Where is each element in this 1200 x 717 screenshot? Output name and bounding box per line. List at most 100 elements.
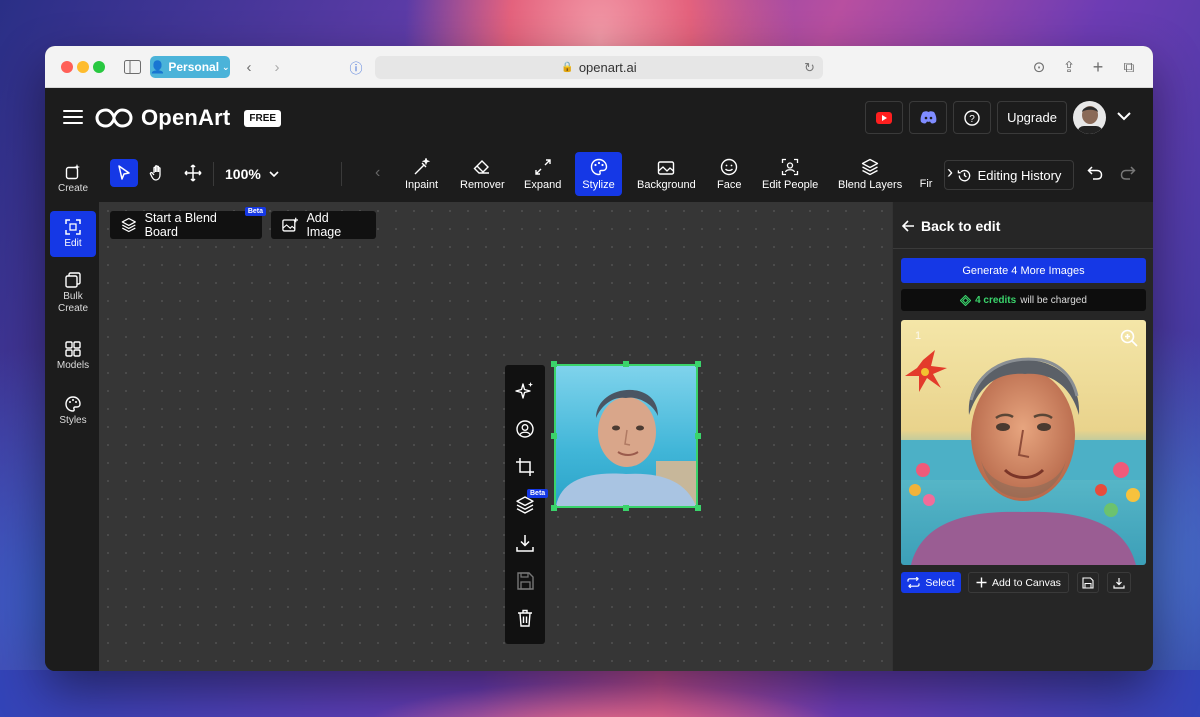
tool-edit-people[interactable]: Edit People bbox=[758, 152, 822, 196]
privacy-info-icon[interactable]: ⓘ bbox=[346, 57, 366, 77]
add-image-label: Add Image bbox=[306, 211, 342, 239]
zoom-in-icon[interactable] bbox=[1120, 329, 1138, 352]
swap-icon bbox=[907, 577, 921, 588]
resize-handle[interactable] bbox=[695, 433, 701, 439]
hand-icon bbox=[149, 165, 161, 181]
tool-label: Stylize bbox=[582, 178, 615, 191]
redo-icon[interactable] bbox=[1120, 165, 1136, 186]
browser-toolbar: 👤 Personal ⌄ ‹ › ⓘ 🔒 openart.ai ↻ ⊙ ⇪ + … bbox=[45, 46, 1153, 88]
save-icon[interactable] bbox=[515, 571, 535, 591]
tool-background[interactable]: Background bbox=[633, 152, 700, 196]
tool-label: Face bbox=[717, 178, 742, 191]
tab-overview-icon[interactable]: ⧉ bbox=[1119, 57, 1139, 77]
tool-label: Fir bbox=[919, 178, 933, 190]
person-icon: 👤 bbox=[150, 60, 166, 74]
youtube-icon bbox=[876, 111, 892, 124]
undo-icon[interactable] bbox=[1087, 165, 1103, 186]
close-window-button[interactable] bbox=[61, 61, 73, 73]
back-label: Back to edit bbox=[921, 218, 1001, 234]
magic-sparkle-icon[interactable] bbox=[515, 381, 535, 401]
sidebar-toggle-icon[interactable] bbox=[122, 57, 142, 77]
select-button[interactable]: Select bbox=[901, 572, 961, 593]
download-icon[interactable] bbox=[515, 533, 535, 553]
resize-handle[interactable] bbox=[551, 505, 557, 511]
sidebar-item-bulk-create[interactable]: Bulk Create bbox=[50, 266, 96, 320]
download-button[interactable] bbox=[1107, 572, 1131, 593]
pointer-icon bbox=[118, 165, 130, 180]
crop-icon[interactable] bbox=[515, 457, 535, 477]
share-icon[interactable]: ⇪ bbox=[1059, 57, 1079, 77]
tool-stylize[interactable]: Stylize bbox=[575, 152, 622, 196]
resize-handle[interactable] bbox=[623, 361, 629, 367]
resize-handle[interactable] bbox=[551, 361, 557, 367]
discord-button[interactable] bbox=[909, 101, 947, 134]
resize-handle[interactable] bbox=[623, 505, 629, 511]
minimize-window-button[interactable] bbox=[77, 61, 89, 73]
add-image-icon bbox=[282, 217, 298, 232]
url-text: openart.ai bbox=[578, 60, 637, 75]
back-arrow-icon[interactable]: ‹ bbox=[239, 57, 259, 77]
canvas-image[interactable] bbox=[554, 364, 698, 508]
resize-handle[interactable] bbox=[695, 361, 701, 367]
chevron-down-icon[interactable] bbox=[1117, 108, 1131, 124]
forward-arrow-icon[interactable]: › bbox=[267, 57, 287, 77]
beta-badge: Beta bbox=[527, 489, 549, 498]
zoom-window-button[interactable] bbox=[93, 61, 105, 73]
move-tool-button[interactable] bbox=[179, 159, 207, 187]
generate-more-button[interactable]: Generate 4 More Images bbox=[901, 258, 1146, 283]
add-to-canvas-button[interactable]: Add to Canvas bbox=[968, 572, 1069, 593]
start-blend-board-button[interactable]: Start a Blend Board Beta bbox=[110, 207, 266, 239]
editing-history-button[interactable]: Editing History bbox=[944, 160, 1074, 190]
tool-fir[interactable]: Fir bbox=[917, 152, 935, 196]
profile-switcher[interactable]: 👤 Personal ⌄ bbox=[150, 56, 230, 78]
openart-logo[interactable]: OpenArt FREE bbox=[95, 105, 282, 131]
pan-tool-button[interactable] bbox=[144, 159, 172, 187]
address-bar[interactable]: 🔒 openart.ai ↻ bbox=[375, 56, 823, 79]
editor-canvas[interactable]: Start a Blend Board Beta Add Image Beta bbox=[99, 202, 892, 671]
tool-label: Expand bbox=[524, 178, 562, 191]
zoom-dropdown[interactable]: 100% bbox=[225, 166, 279, 182]
palette-icon bbox=[590, 158, 607, 175]
upgrade-button[interactable]: Upgrade bbox=[997, 101, 1067, 134]
divider bbox=[893, 248, 1153, 249]
sparkle-plus-icon bbox=[65, 163, 80, 179]
trash-icon[interactable] bbox=[515, 608, 535, 628]
credits-notice: 4 credits will be charged bbox=[901, 289, 1146, 311]
credits-suffix: will be charged bbox=[1020, 294, 1087, 306]
resize-handle[interactable] bbox=[551, 433, 557, 439]
browser-window: 👤 Personal ⌄ ‹ › ⓘ 🔒 openart.ai ↻ ⊙ ⇪ + … bbox=[45, 46, 1153, 671]
downloads-icon[interactable]: ⊙ bbox=[1029, 57, 1049, 77]
result-image[interactable]: 1 bbox=[901, 320, 1146, 565]
sidebar-item-edit[interactable]: Edit bbox=[50, 211, 96, 257]
add-image-button[interactable]: Add Image bbox=[271, 211, 376, 239]
sidebar-item-styles[interactable]: Styles bbox=[50, 388, 96, 434]
chevron-down-icon: ⌄ bbox=[222, 61, 230, 72]
avatar[interactable] bbox=[1073, 101, 1106, 134]
tool-blend-layers[interactable]: Blend Layers bbox=[834, 152, 906, 196]
lock-icon: 🔒 bbox=[561, 62, 574, 73]
brush-wand-icon bbox=[414, 157, 430, 174]
menu-icon[interactable] bbox=[63, 110, 83, 124]
logo-text: OpenArt bbox=[141, 105, 231, 130]
add-to-canvas-label: Add to Canvas bbox=[992, 576, 1061, 589]
beta-badge: Beta bbox=[244, 207, 266, 216]
layers-icon[interactable]: Beta bbox=[515, 489, 549, 515]
help-button[interactable]: ? bbox=[953, 101, 991, 134]
back-to-edit-button[interactable]: Back to edit bbox=[902, 218, 1000, 234]
face-scan-icon[interactable] bbox=[515, 419, 535, 439]
left-sidebar: Create Edit Bulk Create Models Styles bbox=[45, 148, 99, 671]
save-button[interactable] bbox=[1077, 572, 1099, 593]
sidebar-item-create[interactable]: Create bbox=[50, 156, 96, 202]
youtube-button[interactable] bbox=[865, 101, 903, 134]
resize-handle[interactable] bbox=[695, 505, 701, 511]
select-tool-button[interactable] bbox=[110, 159, 138, 187]
tool-inpaint[interactable]: Inpaint bbox=[401, 152, 442, 196]
reload-icon[interactable]: ↻ bbox=[804, 60, 815, 76]
tool-face[interactable]: Face bbox=[713, 152, 745, 196]
chevron-down-icon bbox=[269, 170, 279, 177]
tool-remover[interactable]: Remover bbox=[456, 152, 509, 196]
new-tab-icon[interactable]: + bbox=[1088, 57, 1108, 77]
chevron-left-icon[interactable]: ‹ bbox=[375, 164, 380, 182]
tool-expand[interactable]: Expand bbox=[520, 152, 565, 196]
sidebar-item-models[interactable]: Models bbox=[50, 333, 96, 379]
